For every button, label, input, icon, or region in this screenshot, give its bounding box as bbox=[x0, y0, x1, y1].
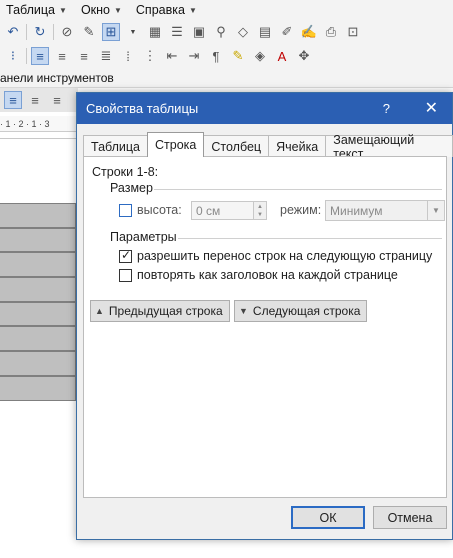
align-left-icon[interactable]: ≡ bbox=[31, 47, 49, 65]
size-group-label: Размер bbox=[110, 181, 153, 195]
highlight-icon[interactable]: ✎ bbox=[229, 47, 247, 65]
styles-icon[interactable]: ✥ bbox=[295, 47, 313, 65]
undo-icon[interactable]: ↶ bbox=[4, 23, 22, 41]
toolbar-row-2: ⁝ ≡ ≡ ≡ ≣ ⁞ ⋮ ⇤ ⇥ ¶ ✎ ◈ A ✥ bbox=[0, 44, 453, 68]
allow-row-break-label: разрешить перенос строк на следующую стр… bbox=[137, 249, 433, 263]
toolbar-separator bbox=[26, 48, 27, 64]
styles-icon[interactable]: ✍ bbox=[300, 23, 318, 41]
table-row[interactable] bbox=[0, 351, 76, 376]
list-bullets-icon[interactable]: ⋮ bbox=[141, 47, 159, 65]
previous-row-label: Предыдущая строка bbox=[108, 304, 223, 318]
next-row-button[interactable]: ▼ Следующая строка bbox=[234, 300, 368, 322]
ruler-marks: · 1 · 2 · 1 · 3 bbox=[0, 118, 50, 129]
indent-decrease-icon[interactable]: ⇤ bbox=[163, 47, 181, 65]
close-icon[interactable]: ✕ bbox=[425, 98, 438, 118]
height-label: высота: bbox=[137, 203, 182, 217]
eraser-icon[interactable]: ✎ bbox=[80, 23, 98, 41]
table-row[interactable] bbox=[0, 203, 76, 228]
params-group-label: Параметры bbox=[110, 230, 177, 244]
redo-icon[interactable]: ↻ bbox=[31, 23, 49, 41]
pencil-icon[interactable]: ✐ bbox=[278, 23, 296, 41]
toolbar-name-label: анели инструментов bbox=[0, 68, 453, 88]
row-tab-panel: Строки 1-8: Размер высота: 0 см ▲ ▼ режим… bbox=[83, 156, 447, 498]
menu-table[interactable]: Таблица ▼ bbox=[6, 3, 67, 17]
table-icon[interactable]: ▦ bbox=[146, 23, 164, 41]
no-link-icon[interactable]: ⊘ bbox=[58, 23, 76, 41]
bullets-icon[interactable]: ⁝ bbox=[4, 47, 22, 65]
triangle-up-icon: ▲ bbox=[95, 306, 104, 316]
mode-select-value: Минимум bbox=[330, 203, 383, 218]
rows-range-label: Строки 1-8: bbox=[92, 165, 159, 179]
repeat-header-label: повторять как заголовок на каждой страни… bbox=[137, 268, 398, 282]
chevron-down-icon[interactable]: ▼ bbox=[124, 23, 142, 41]
align-left-icon[interactable]: ≡ bbox=[4, 91, 22, 109]
chevron-down-icon: ▼ bbox=[427, 201, 444, 220]
params-group-divider bbox=[178, 238, 442, 239]
list-icon[interactable]: ☰ bbox=[168, 23, 186, 41]
dialog-title-bar[interactable]: Свойства таблицы bbox=[77, 93, 452, 124]
align-right-icon[interactable]: ≡ bbox=[75, 47, 93, 65]
tab-row[interactable]: Строка bbox=[147, 132, 205, 157]
paragraph-icon[interactable]: ¶ bbox=[207, 47, 225, 65]
table-row[interactable] bbox=[0, 326, 76, 352]
help-button[interactable]: ? bbox=[383, 101, 390, 116]
size-group-divider bbox=[154, 189, 442, 190]
alignment-toolbar: ≡ ≡ ≡ bbox=[0, 88, 78, 112]
chevron-down-icon: ▼ bbox=[113, 5, 122, 15]
numbering-icon[interactable]: ⁞ bbox=[119, 47, 137, 65]
ruler: · 1 · 2 · 1 · 3 bbox=[0, 116, 78, 132]
mode-select[interactable]: Минимум ▼ bbox=[325, 200, 445, 221]
tab-alt-text[interactable]: Замещающий текст bbox=[325, 133, 453, 161]
menu-window[interactable]: Окно ▼ bbox=[81, 3, 122, 17]
chevron-down-icon: ▼ bbox=[188, 5, 197, 15]
toolbar-row-1: ↶ ↻ ⊘ ✎ ⊞ ▼ ▦ ☰ ▣ ⚲ ◇ ▤ ✐ ✍ ⎙ ⊡ bbox=[0, 20, 453, 44]
tab-cell[interactable]: Ячейка bbox=[268, 135, 327, 157]
mode-label: режим: bbox=[280, 203, 322, 217]
indent-increase-icon[interactable]: ⇥ bbox=[185, 47, 203, 65]
toolbar-separator bbox=[53, 24, 54, 40]
frame-icon[interactable]: ▤ bbox=[256, 23, 274, 41]
borders-icon[interactable]: ⊞ bbox=[102, 23, 120, 41]
table-row[interactable] bbox=[0, 375, 76, 401]
table-row[interactable] bbox=[0, 277, 76, 302]
toolbar-separator bbox=[26, 24, 27, 40]
font-color-icon[interactable]: A bbox=[273, 47, 291, 65]
allow-row-break-checkbox[interactable] bbox=[119, 248, 132, 263]
previous-row-button[interactable]: ▲ Предыдущая строка bbox=[90, 300, 230, 322]
table-row[interactable] bbox=[0, 301, 76, 327]
table-row[interactable] bbox=[0, 252, 76, 278]
cancel-button[interactable]: Отмена bbox=[373, 506, 447, 529]
object-icon[interactable]: ⎙ bbox=[322, 23, 340, 41]
height-stepper[interactable]: ▲ ▼ bbox=[253, 201, 267, 220]
dialog-title: Свойства таблицы bbox=[86, 101, 199, 116]
search-icon[interactable]: ⚲ bbox=[212, 23, 230, 41]
align-center-icon[interactable]: ≡ bbox=[53, 47, 71, 65]
document-table[interactable] bbox=[0, 203, 76, 401]
menu-bar: Таблица ▼ Окно ▼ Справка ▼ bbox=[0, 0, 453, 20]
image-icon[interactable]: ▣ bbox=[190, 23, 208, 41]
align-right-icon[interactable]: ≡ bbox=[48, 91, 66, 109]
shapes-icon[interactable]: ◇ bbox=[234, 23, 252, 41]
page-edge-line bbox=[0, 138, 78, 139]
next-row-label: Следующая строка bbox=[252, 304, 361, 318]
tab-table[interactable]: Таблица bbox=[83, 135, 149, 157]
menu-help[interactable]: Справка ▼ bbox=[136, 3, 197, 17]
justify-icon[interactable]: ≣ bbox=[97, 47, 115, 65]
tab-column[interactable]: Столбец bbox=[203, 135, 270, 157]
triangle-down-icon: ▼ bbox=[239, 306, 248, 316]
table-row[interactable] bbox=[0, 227, 76, 253]
fill-icon[interactable]: ◈ bbox=[251, 47, 269, 65]
dialog-tabs: Таблица Строка Столбец Ячейка Замещающий… bbox=[83, 132, 453, 161]
align-center-icon[interactable]: ≡ bbox=[26, 91, 44, 109]
height-checkbox[interactable] bbox=[119, 204, 132, 217]
table-properties-dialog: Свойства таблицы ? ✕ Таблица Строка Стол… bbox=[76, 92, 453, 540]
chevron-down-icon: ▼ bbox=[59, 5, 67, 15]
paste-icon[interactable]: ⊡ bbox=[344, 23, 362, 41]
ok-button[interactable]: ОК bbox=[291, 506, 365, 529]
repeat-header-checkbox[interactable] bbox=[119, 269, 132, 282]
